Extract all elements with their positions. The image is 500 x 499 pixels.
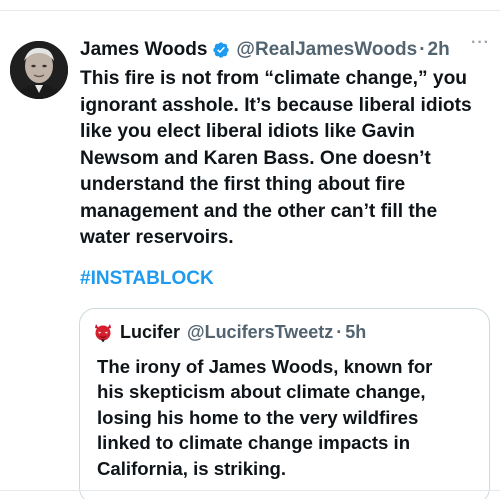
quoted-tweet-body-text: The irony of James Woods, known for his … (97, 356, 433, 479)
bottom-divider (0, 490, 500, 491)
header-separator: · (419, 39, 426, 60)
top-divider (0, 10, 500, 11)
author-display-name[interactable]: James Woods (80, 39, 207, 61)
quoted-tweet-timestamp[interactable]: 5h (345, 322, 366, 343)
more-options-icon[interactable]: ··· (471, 34, 490, 52)
tweet-body-text: This fire is not from “climate change,” … (80, 68, 472, 248)
red-devil-icon (95, 324, 111, 343)
quoted-tweet-header: Lucifer @LucifersTweetz · 5h (92, 320, 481, 344)
tweet-timestamp[interactable]: 2h (428, 39, 450, 61)
tweet-header: James Woods @RealJamesWoods · 2h ··· (80, 34, 490, 62)
quoted-author-display-name[interactable]: Lucifer (120, 322, 180, 343)
user-avatar-photo-icon (10, 41, 68, 99)
author-handle[interactable]: @RealJamesWoods (236, 39, 417, 61)
hashtag-link[interactable]: #INSTABLOCK (80, 268, 214, 290)
tweet[interactable]: James Woods @RealJamesWoods · 2h ··· Thi… (0, 22, 500, 499)
verified-badge-icon (213, 42, 230, 58)
quoted-author-handle[interactable]: @LucifersTweetz (187, 322, 333, 343)
quoted-header-separator: · (336, 321, 343, 342)
quoted-tweet-card[interactable]: Lucifer @LucifersTweetz · 5h The irony o… (79, 308, 490, 499)
quoted-author-avatar[interactable] (92, 321, 114, 343)
author-avatar[interactable] (10, 41, 68, 99)
